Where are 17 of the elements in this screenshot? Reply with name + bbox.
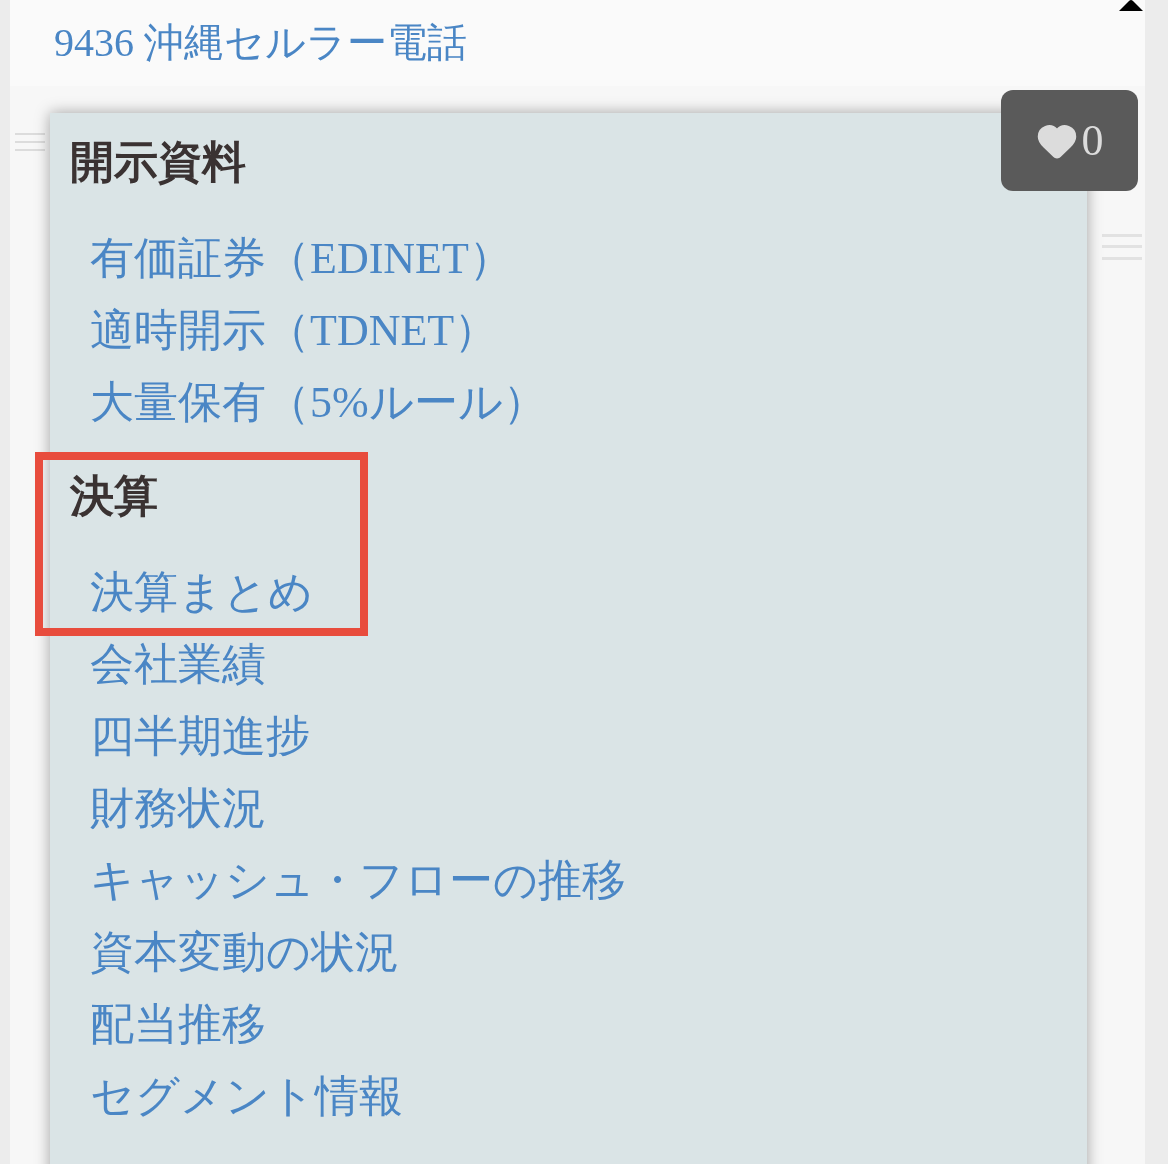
section-heading: 決算 xyxy=(69,471,158,523)
page-title[interactable]: 9436 沖縄セルラー電話 xyxy=(54,13,467,73)
menu-link[interactable]: 資本変動の状況 xyxy=(50,917,399,989)
scroll-up-icon[interactable] xyxy=(1117,0,1145,11)
menu-link[interactable]: 決算まとめ xyxy=(50,557,313,629)
section-heading: 開示資料 xyxy=(69,137,246,189)
menu-link[interactable]: 会社業績 xyxy=(50,629,266,701)
menu-link[interactable]: 四半期進捗 xyxy=(50,701,310,773)
menu-link[interactable]: 有価証券（EDINET） xyxy=(50,223,513,295)
menu-link[interactable]: 適時開示（TDNET） xyxy=(50,295,499,367)
menu-icon[interactable] xyxy=(15,133,45,151)
menu-link[interactable]: キャッシュ・フローの推移 xyxy=(50,845,626,917)
menu-link[interactable]: 財務状況 xyxy=(50,773,266,845)
menu-link[interactable]: 配当推移 xyxy=(50,989,266,1061)
menu-link[interactable]: セグメント情報 xyxy=(50,1061,403,1133)
menu-link[interactable]: 大量保有（5%ルール） xyxy=(50,367,547,439)
favorite-button[interactable]: 0 xyxy=(1001,90,1138,191)
